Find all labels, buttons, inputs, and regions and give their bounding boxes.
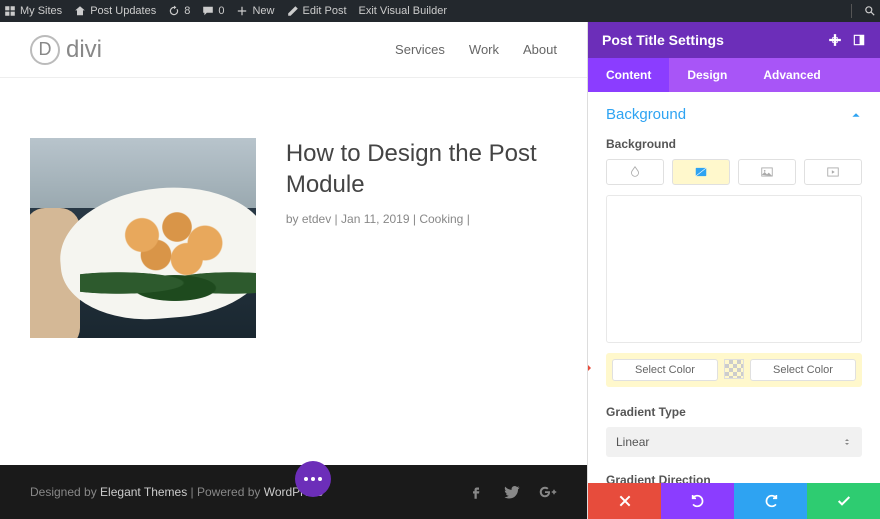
label-gradient-type: Gradient Type (606, 405, 862, 419)
comment-icon (202, 5, 214, 17)
admin-label: Post Updates (90, 5, 156, 17)
gradient-type-select[interactable]: Linear (606, 427, 862, 457)
redo-button[interactable] (734, 483, 807, 519)
close-icon (617, 493, 633, 509)
bg-tab-video[interactable] (804, 159, 862, 185)
bg-tab-gradient[interactable] (672, 159, 730, 185)
gradient-color-1[interactable]: Select Color (612, 359, 718, 381)
admin-comments[interactable]: 0 (202, 5, 224, 17)
bg-tab-image[interactable] (738, 159, 796, 185)
pencil-icon (287, 5, 299, 17)
refresh-icon (168, 5, 180, 17)
gradient-icon (693, 165, 709, 179)
gradient-preview (606, 195, 862, 343)
chevron-up-icon (850, 109, 862, 121)
social-links (467, 483, 557, 501)
site-header: D divi Services Work About (0, 22, 587, 78)
video-icon (825, 165, 841, 179)
nav-services[interactable]: Services (395, 42, 445, 57)
wp-admin-bar: My Sites Post Updates 8 0 New Edit Post … (0, 0, 880, 22)
updown-icon (842, 436, 852, 448)
tab-design[interactable]: Design (669, 58, 745, 92)
tab-advanced[interactable]: Advanced (745, 58, 838, 92)
redo-icon (763, 493, 779, 509)
admin-label: Edit Post (303, 5, 347, 17)
tab-content[interactable]: Content (588, 58, 669, 92)
section-background-toggle[interactable]: Background (606, 106, 862, 123)
search-icon (864, 5, 876, 17)
admin-my-sites[interactable]: My Sites (4, 5, 62, 17)
builder-fab[interactable] (295, 461, 331, 497)
panel-tabs: Content Design Advanced (588, 58, 880, 92)
sites-icon (4, 5, 16, 17)
expand-icon[interactable] (852, 33, 866, 47)
label-gradient-direction: Gradient Direction (606, 473, 862, 483)
undo-icon (690, 493, 706, 509)
admin-label: Exit Visual Builder (359, 5, 447, 17)
comment-count: 0 (218, 5, 224, 17)
panel-actions (588, 483, 880, 519)
label-background: Background (606, 137, 862, 151)
panel-title-bar: Post Title Settings (588, 22, 880, 58)
swatch-transparent[interactable] (724, 359, 744, 379)
nav-work[interactable]: Work (469, 42, 499, 57)
update-count: 8 (184, 5, 190, 17)
post-module: How to Design the Post Module by etdev |… (0, 78, 587, 465)
logo-mark: D (30, 35, 60, 65)
site-footer: Designed by Elegant Themes | Powered by … (0, 465, 587, 519)
home-icon (74, 5, 86, 17)
logo[interactable]: D divi (30, 35, 102, 65)
admin-search[interactable] (864, 5, 876, 17)
panel-body[interactable]: Background Background 1 Select Color Sel… (588, 92, 880, 483)
post-image[interactable] (30, 138, 256, 338)
admin-label: My Sites (20, 5, 62, 17)
section-title: Background (606, 106, 686, 123)
nav-about[interactable]: About (523, 42, 557, 57)
post-title[interactable]: How to Design the Post Module (286, 138, 557, 200)
panel-title-text: Post Title Settings (602, 32, 724, 48)
primary-nav: Services Work About (395, 42, 557, 57)
googleplus-icon[interactable] (539, 483, 557, 501)
cancel-button[interactable] (588, 483, 661, 519)
admin-post-updates[interactable]: Post Updates (74, 5, 156, 17)
facebook-icon[interactable] (467, 483, 485, 501)
site-preview: D divi Services Work About How to Design… (0, 22, 587, 519)
background-type-tabs (606, 159, 862, 185)
settings-panel: Post Title Settings Content Design Advan… (587, 22, 880, 519)
post-meta: by etdev | Jan 11, 2019 | Cooking | (286, 212, 557, 226)
drag-icon[interactable] (828, 33, 842, 47)
save-button[interactable] (807, 483, 880, 519)
gradient-color-2[interactable]: Select Color (750, 359, 856, 381)
admin-label: New (252, 5, 274, 17)
post-category[interactable]: Cooking (419, 212, 463, 226)
admin-edit-post[interactable]: Edit Post (287, 5, 347, 17)
admin-exit-builder[interactable]: Exit Visual Builder (359, 5, 447, 17)
admin-new[interactable]: New (236, 5, 274, 17)
admin-updates[interactable]: 8 (168, 5, 190, 17)
footer-link-et[interactable]: Elegant Themes (100, 485, 187, 499)
image-icon (759, 165, 775, 179)
separator (851, 4, 852, 18)
gradient-color-row: 1 Select Color Select Color (606, 353, 862, 387)
bg-tab-color[interactable] (606, 159, 664, 185)
plus-icon (236, 5, 248, 17)
undo-button[interactable] (661, 483, 734, 519)
logo-text: divi (66, 36, 102, 64)
twitter-icon[interactable] (503, 483, 521, 501)
post-date: Jan 11, 2019 (341, 212, 410, 226)
check-icon (836, 493, 852, 509)
annotation-callout: 1 (588, 355, 604, 379)
post-author[interactable]: etdev (302, 212, 331, 226)
droplet-icon (627, 165, 643, 179)
